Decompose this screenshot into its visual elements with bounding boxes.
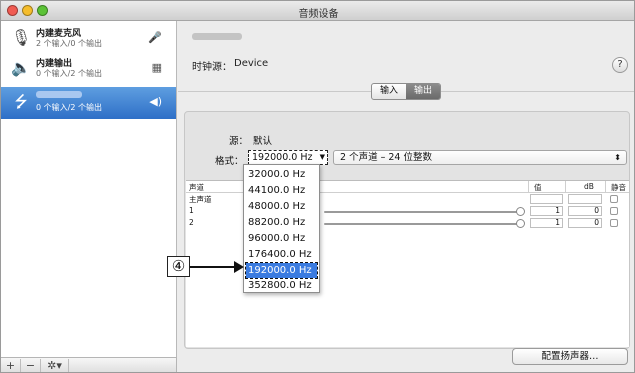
default-output-icon: ◀) bbox=[149, 95, 162, 108]
channel-name: 主声道 bbox=[189, 195, 212, 204]
sidebar-toolbar: + − ✲▾ bbox=[1, 357, 177, 372]
menu-item-sample-rate[interactable]: 352800.0 Hz bbox=[246, 278, 317, 293]
help-button[interactable]: ? bbox=[612, 57, 628, 73]
device-io-count: 0 个输入/2 个输出 bbox=[36, 69, 102, 78]
clock-source-label: 时钟源： bbox=[192, 62, 232, 73]
device-io-count: 0 个输入/2 个输出 bbox=[36, 103, 102, 112]
window-title: 音频设备 bbox=[298, 9, 339, 20]
menu-item-sample-rate[interactable]: 32000.0 Hz bbox=[246, 167, 317, 182]
volume-slider-knob[interactable] bbox=[516, 207, 525, 216]
menu-item-sample-rate[interactable]: 96000.0 Hz bbox=[246, 231, 317, 246]
device-title-redacted bbox=[192, 32, 242, 42]
tab-input[interactable]: 输入 bbox=[372, 84, 406, 99]
mute-checkbox[interactable] bbox=[610, 219, 618, 227]
device-item-builtin-mic[interactable]: 🎙 内建麦克风 2 个输入/0 个输出 🎤 bbox=[1, 23, 176, 53]
gear-menu-button[interactable]: ✲▾ bbox=[41, 359, 69, 372]
tab-output[interactable]: 输出 bbox=[406, 84, 441, 99]
source-label: 源： bbox=[229, 136, 249, 147]
channel-format-value: 2 个声道 – 24 位整数 bbox=[340, 152, 432, 163]
device-item-builtin-output[interactable]: 🔈 内建输出 0 个输入/2 个输出 ▦ bbox=[1, 53, 176, 83]
menu-item-sample-rate[interactable]: 88200.0 Hz bbox=[246, 215, 317, 230]
menu-item-sample-rate[interactable]: 48000.0 Hz bbox=[246, 199, 317, 214]
sample-rate-value: 192000.0 Hz bbox=[252, 152, 313, 163]
device-item-usb[interactable]: ⭍ 0 个输入/2 个输出 ◀) bbox=[1, 87, 176, 119]
device-name-redacted bbox=[36, 90, 82, 100]
title-bar: 音频设备 bbox=[1, 1, 634, 21]
configure-speakers-button[interactable]: 配置扬声器… bbox=[512, 348, 628, 365]
sample-rate-dropdown-menu: 32000.0 Hz 44100.0 Hz 48000.0 Hz 88200.0… bbox=[243, 164, 320, 293]
format-label: 格式： bbox=[215, 156, 244, 167]
menu-item-sample-rate[interactable]: 44100.0 Hz bbox=[246, 183, 317, 198]
channel-format-select[interactable]: 2 个声道 – 24 位整数 ⬍ bbox=[333, 150, 627, 165]
column-divider bbox=[528, 181, 529, 192]
source-value: 默认 bbox=[253, 136, 273, 147]
value-field[interactable]: 1 bbox=[530, 206, 563, 216]
value-field[interactable]: 1 bbox=[530, 218, 563, 228]
microphone-icon: 🎙 bbox=[11, 28, 32, 47]
volume-slider-knob[interactable] bbox=[516, 219, 525, 228]
volume-slider[interactable] bbox=[324, 211, 519, 213]
clock-source-value: Device bbox=[234, 58, 269, 69]
value-field[interactable] bbox=[530, 194, 563, 204]
callout-line bbox=[190, 266, 236, 268]
device-list: 🎙 内建麦克风 2 个输入/0 个输出 🎤 🔈 内建输出 0 个输入/2 个输出… bbox=[1, 21, 177, 357]
usb-icon: ⭍ bbox=[14, 92, 28, 111]
mute-checkbox[interactable] bbox=[610, 195, 618, 203]
column-header-db: dB bbox=[584, 182, 594, 191]
menu-item-sample-rate[interactable]: 176400.0 Hz bbox=[246, 247, 317, 262]
column-divider bbox=[605, 181, 606, 192]
callout-arrow-icon bbox=[234, 261, 244, 273]
default-input-icon: 🎤 bbox=[148, 31, 162, 44]
mute-checkbox[interactable] bbox=[610, 207, 618, 215]
volume-slider[interactable] bbox=[324, 223, 519, 225]
remove-device-button[interactable]: − bbox=[21, 359, 41, 372]
db-field[interactable]: 0 bbox=[568, 218, 602, 228]
chevron-down-icon: ▼ bbox=[319, 153, 325, 161]
add-device-button[interactable]: + bbox=[1, 359, 21, 372]
audio-devices-window: 音频设备 🎙 内建麦克风 2 个输入/0 个输出 🎤 🔈 内建输出 0 个输入/… bbox=[0, 0, 635, 373]
channel-name: 1 bbox=[189, 206, 194, 215]
channel-name: 2 bbox=[189, 218, 194, 227]
speaker-icon: 🔈 bbox=[11, 58, 31, 77]
device-io-count: 2 个输入/0 个输出 bbox=[36, 39, 102, 48]
menu-item-sample-rate-selected[interactable]: 192000.0 Hz bbox=[245, 262, 318, 279]
sample-rate-select[interactable]: 192000.0 Hz ▼ bbox=[248, 150, 328, 165]
column-divider bbox=[565, 181, 566, 192]
db-field[interactable] bbox=[568, 194, 602, 204]
db-field[interactable]: 0 bbox=[568, 206, 602, 216]
callout-number: ④ bbox=[167, 256, 190, 277]
input-output-tabs: 输入 输出 bbox=[371, 83, 442, 100]
system-output-icon: ▦ bbox=[151, 61, 162, 74]
updown-arrows-icon: ⬍ bbox=[614, 153, 621, 162]
